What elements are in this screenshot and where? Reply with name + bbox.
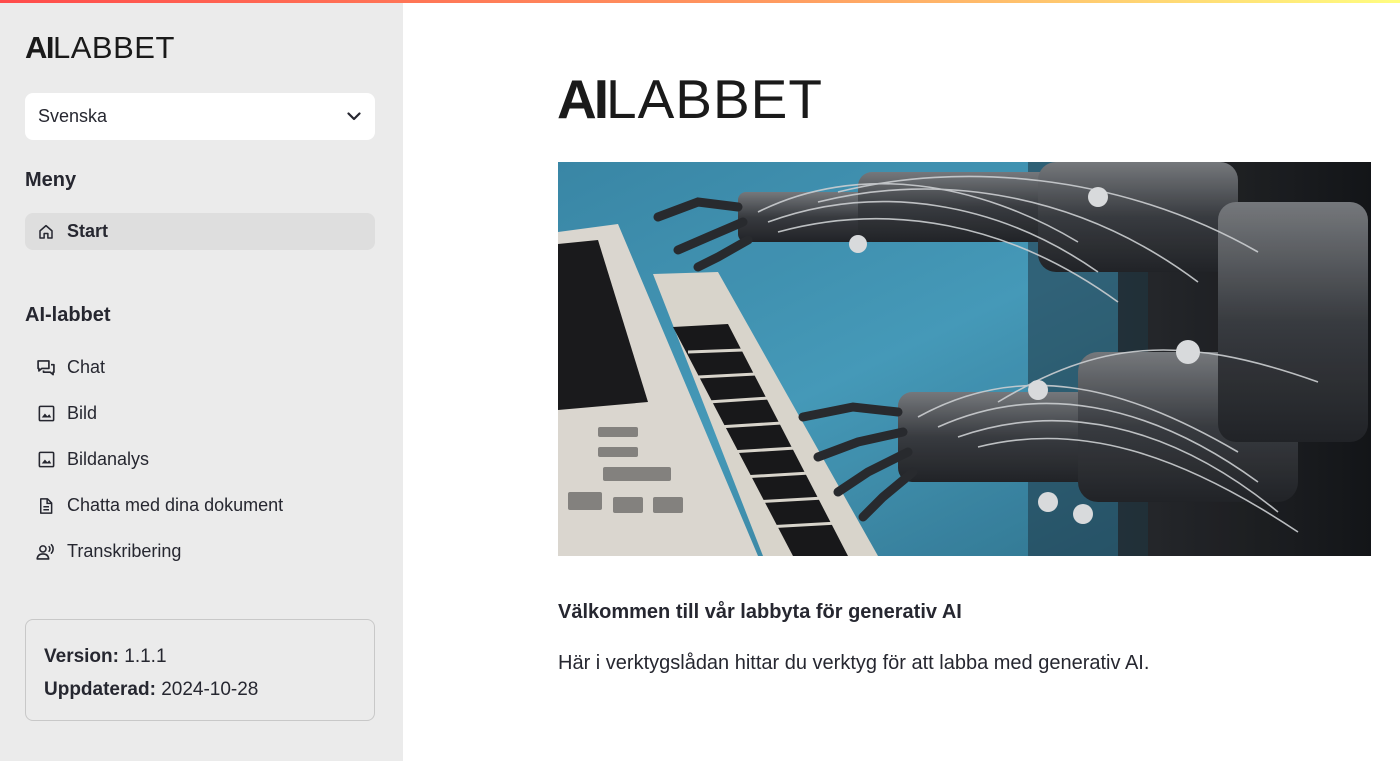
sidebar-item-label: Chatta med dina dokument	[67, 495, 284, 515]
sidebar-item-label: Transkribering	[67, 541, 182, 561]
sidebar-item-bild[interactable]: Bild	[25, 395, 375, 432]
welcome-heading: Välkommen till vår labbyta för generativ…	[558, 601, 962, 623]
sidebar-item-label: Bildanalys	[67, 449, 150, 469]
home-icon	[36, 222, 56, 242]
hero-image	[558, 162, 1371, 556]
image-icon	[36, 450, 56, 470]
sidebar-item-chat[interactable]: Chat	[25, 349, 375, 386]
sidebar: AILABBET Svenska Meny Start AI-labbet Ch…	[0, 0, 403, 761]
language-select[interactable]: Svenska	[25, 93, 375, 140]
tools-heading: AI-labbet	[25, 304, 111, 326]
chevron-down-icon	[347, 112, 361, 121]
sidebar-item-label: Bild	[67, 403, 98, 423]
chat-icon	[36, 358, 56, 378]
image-icon	[36, 404, 56, 424]
main-logo: AILABBET	[557, 68, 823, 130]
sidebar-item-label: Chat	[67, 357, 106, 377]
voice-icon	[36, 542, 56, 562]
intro-text: Här i verktygslådan hittar du verktyg fö…	[558, 652, 1150, 674]
menu-heading: Meny	[25, 169, 77, 191]
version-line: Version: 1.1.1	[44, 646, 167, 667]
sidebar-item-chatta-med-dokument[interactable]: Chatta med dina dokument	[25, 487, 375, 524]
sidebar-item-start[interactable]: Start	[25, 213, 375, 250]
sidebar-item-transkribering[interactable]: Transkribering	[25, 533, 375, 570]
sidebar-item-label: Start	[67, 221, 109, 241]
language-select-value: Svenska	[38, 106, 108, 126]
document-icon	[36, 496, 56, 516]
sidebar-item-bildanalys[interactable]: Bildanalys	[25, 441, 375, 478]
updated-line: Uppdaterad: 2024-10-28	[44, 679, 259, 700]
sidebar-logo: AILABBET	[25, 30, 175, 65]
top-accent-bar	[0, 0, 1400, 3]
version-info-box: Version: 1.1.1 Uppdaterad: 2024-10-28	[25, 619, 375, 721]
